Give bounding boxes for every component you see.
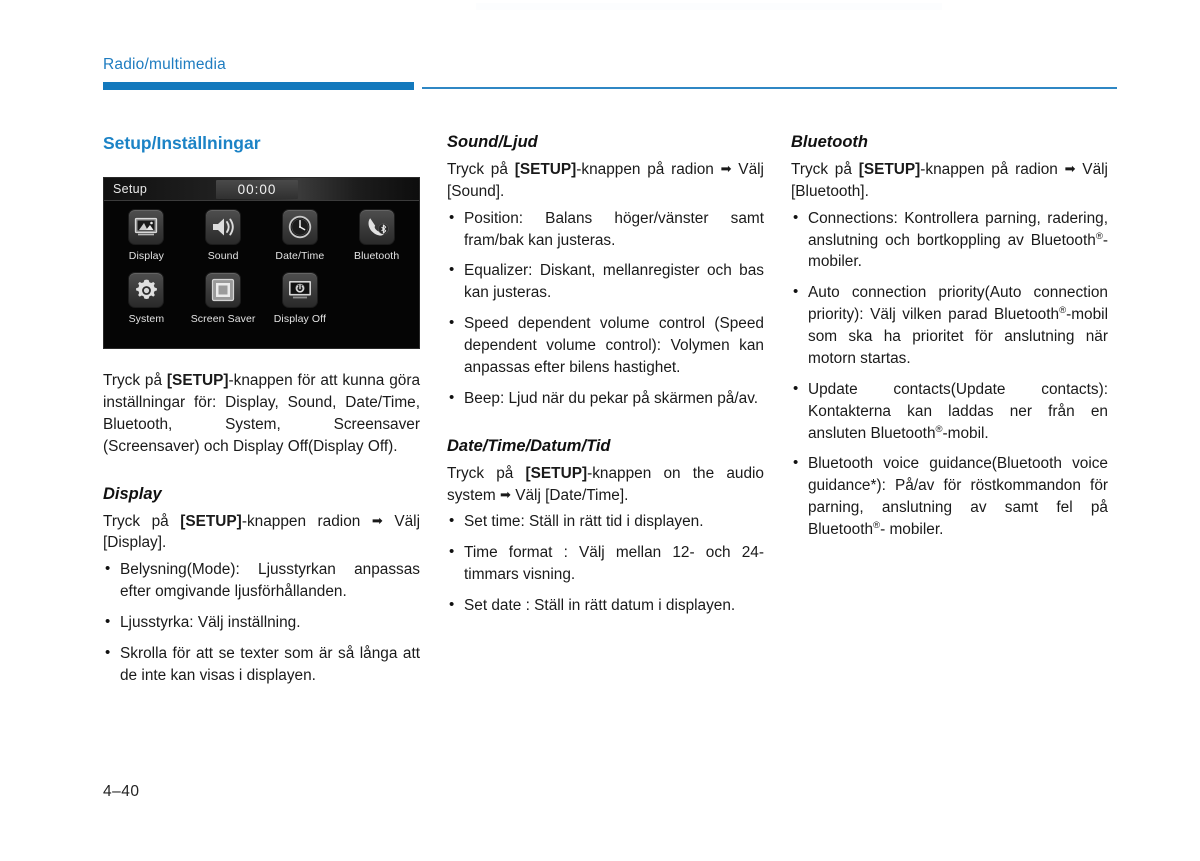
list-item-text: Connections: Kontrollera parning, raderi… <box>808 209 1108 249</box>
picture-icon <box>128 209 165 246</box>
bluetooth-intro-paragraph: Tryck på [SETUP]-knappen på radion ➡ Väl… <box>791 159 1108 203</box>
sound-bullet-list: Position: Balans höger/vänster samt fram… <box>447 207 764 410</box>
header-rule-thick <box>103 81 414 90</box>
headunit-tile-bluetooth[interactable]: Bluetooth <box>338 209 415 262</box>
list-item: Skrolla för att se texter som är så lång… <box>103 642 420 687</box>
subheading-display: Display <box>103 484 162 503</box>
header-rule <box>103 81 1117 91</box>
display-intro-pre: Tryck på <box>103 512 181 530</box>
headunit-tile-grid: Display Sound Date/Time Bluetooth System… <box>104 201 419 325</box>
setup-intro-pre: Tryck på <box>103 372 167 390</box>
headunit-tile-label: Date/Time <box>275 250 325 263</box>
bluetooth-phone-icon <box>358 209 395 246</box>
display-setup-button-label: [SETUP] <box>180 512 242 530</box>
sound-setup-button-label: [SETUP] <box>514 160 577 178</box>
list-item: Connections: Kontrollera parning, raderi… <box>791 207 1108 274</box>
list-item-text-tail: - mobiler. <box>880 521 944 539</box>
scan-artifact-band <box>476 3 942 10</box>
registered-mark: ® <box>1095 230 1103 242</box>
headunit-tile-empty <box>338 272 415 325</box>
list-item: Equalizer: Diskant, mellanregister och b… <box>447 259 764 304</box>
page-number: 4–40 <box>103 783 140 800</box>
headunit-tile-label: Display <box>128 250 164 263</box>
list-item: Position: Balans höger/vänster samt fram… <box>447 207 764 252</box>
middle-column: Sound/Ljud Tryck på [SETUP]-knappen på r… <box>447 133 764 687</box>
datetime-intro-paragraph: Tryck på [SETUP]-knappen on the audio sy… <box>447 463 764 507</box>
headunit-tile-label: Display Off <box>273 313 326 326</box>
list-item-text-tail: -mobil. <box>942 424 989 442</box>
setup-button-label: [SETUP] <box>166 372 229 390</box>
arrow-right-icon: ➡ <box>371 512 383 528</box>
list-item: Set date : Ställ in rätt datum i display… <box>447 594 764 617</box>
list-item: Auto connection priority(Auto connection… <box>791 281 1108 370</box>
speaker-icon <box>205 209 242 246</box>
left-column: Setup/Inställningar Setup 00:00 Display … <box>103 133 420 687</box>
section-title-setup: Setup/Inställningar <box>103 133 261 153</box>
subheading-datetime: Date/Time/Datum/Tid <box>447 436 611 455</box>
headunit-tile-label: Bluetooth <box>353 250 400 263</box>
headunit-tile-display[interactable]: Display <box>108 209 185 262</box>
headunit-screen-title: Setup <box>113 182 148 197</box>
list-item: Update contacts(Update contacts): Kontak… <box>791 378 1108 445</box>
page-header-title: Radio/multimedia <box>103 56 226 73</box>
headunit-topbar: Setup 00:00 <box>104 178 419 202</box>
datetime-setup-button-label: [SETUP] <box>525 464 588 482</box>
bluetooth-bullet-list: Connections: Kontrollera parning, raderi… <box>791 207 1108 541</box>
display-bullet-list: Belysning(Mode): Ljusstyrkan anpassas ef… <box>103 558 420 687</box>
headunit-tile-sound[interactable]: Sound <box>185 209 262 262</box>
screensaver-icon <box>205 272 242 309</box>
headunit-tile-display-off[interactable]: Display Off <box>262 272 339 325</box>
list-item: Belysning(Mode): Ljusstyrkan anpassas ef… <box>103 558 420 603</box>
list-item: Time format : Välj mellan 12- och 24-tim… <box>447 541 764 586</box>
headunit-tile-row: System Screen Saver Display Off <box>108 272 415 325</box>
headunit-screenshot: Setup 00:00 Display Sound Date/Time Blue… <box>103 177 420 350</box>
headunit-tile-label: System <box>128 313 165 326</box>
headunit-tile-system[interactable]: System <box>108 272 185 325</box>
list-item: Bluetooth voice guidance(Bluetooth voice… <box>791 452 1108 541</box>
bluetooth-intro-pre: Tryck på <box>791 160 859 178</box>
subheading-sound: Sound/Ljud <box>447 133 538 151</box>
bluetooth-setup-button-label: [SETUP] <box>858 160 921 178</box>
datetime-intro-pre: Tryck på <box>447 464 526 482</box>
subheading-bluetooth: Bluetooth <box>791 133 868 151</box>
page-header: Radio/multimedia <box>103 57 1117 91</box>
headunit-tile-datetime[interactable]: Date/Time <box>262 209 339 262</box>
clock-icon <box>281 209 318 246</box>
headunit-tile-label: Screen Saver <box>190 313 256 326</box>
headunit-tile-label: Sound <box>207 250 239 263</box>
datetime-bullet-list: Set time: Ställ in rätt tid i displayen.… <box>447 510 764 617</box>
sound-intro-post: -knappen på radion <box>576 160 721 178</box>
sound-intro-paragraph: Tryck på [SETUP]-knappen på radion ➡ Väl… <box>447 159 764 203</box>
list-item: Speed dependent volume control (Speed de… <box>447 312 764 379</box>
list-item: Beep: Ljud när du pekar på skärmen på/av… <box>447 387 764 410</box>
sound-intro-pre: Tryck på <box>447 160 515 178</box>
list-item-text: Bluetooth voice guidance(Bluetooth voice… <box>808 455 1108 539</box>
arrow-right-icon: ➡ <box>720 160 732 176</box>
list-item-text: Auto connection priority(Auto connection… <box>808 284 1108 324</box>
display-off-icon <box>281 272 318 309</box>
arrow-right-icon: ➡ <box>1064 160 1076 176</box>
list-item: Set time: Ställ in rätt tid i displayen. <box>447 510 764 533</box>
display-intro-post: -knappen radion <box>241 512 372 530</box>
headunit-clock-box: 00:00 <box>216 180 298 200</box>
display-intro-paragraph: Tryck på [SETUP]-knappen radion ➡ Välj [… <box>103 511 420 555</box>
registered-mark: ® <box>935 423 943 435</box>
arrow-right-icon: ➡ <box>500 486 511 502</box>
bluetooth-intro-post: -knappen på radion <box>920 160 1065 178</box>
right-column: Bluetooth Tryck på [SETUP]-knappen på ra… <box>791 133 1108 687</box>
headunit-clock: 00:00 <box>237 182 277 198</box>
gear-icon <box>128 272 165 309</box>
content-columns: Setup/Inställningar Setup 00:00 Display … <box>103 133 1117 687</box>
datetime-intro-post2: Välj [Date/Time]. <box>510 486 629 504</box>
headunit-tile-row: Display Sound Date/Time Bluetooth <box>108 209 415 262</box>
setup-intro-paragraph: Tryck på [SETUP]-knappen för att kunna g… <box>103 370 420 458</box>
headunit-tile-screensaver[interactable]: Screen Saver <box>185 272 262 325</box>
header-rule-thin <box>422 86 1117 89</box>
list-item: Ljusstyrka: Välj inställning. <box>103 611 420 634</box>
